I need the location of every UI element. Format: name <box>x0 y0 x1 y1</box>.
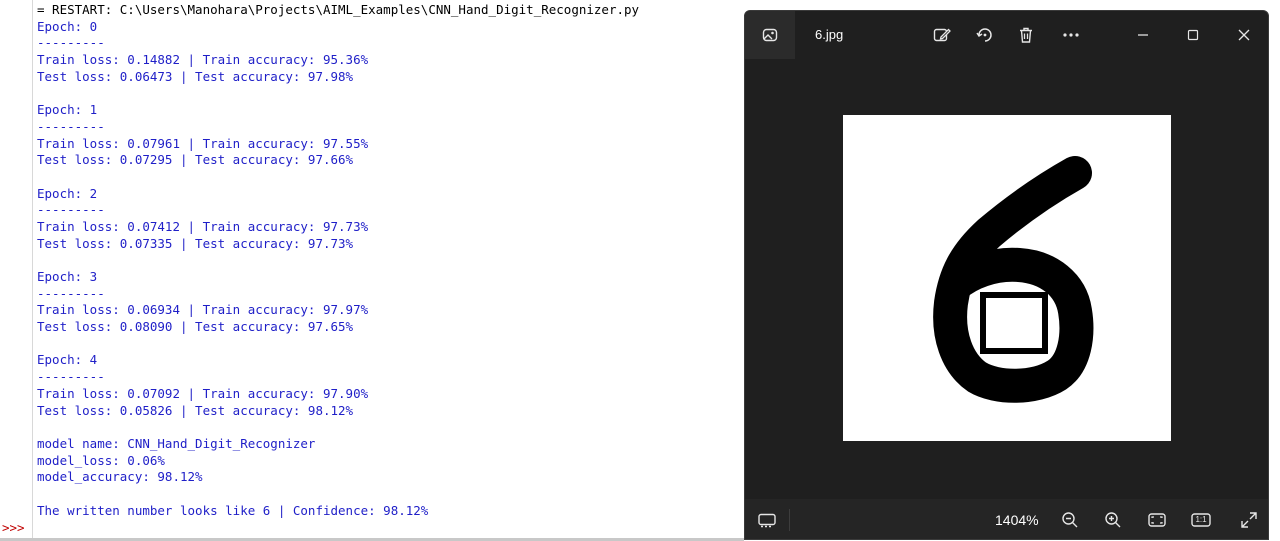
actual-size-label: 1:1 <box>1195 515 1207 524</box>
fullscreen-icon <box>1241 512 1257 528</box>
filmstrip-button[interactable] <box>753 507 781 533</box>
shell-line: Train loss: 0.14882 | Train accuracy: 95… <box>37 52 369 68</box>
zoom-out-icon <box>1062 512 1078 528</box>
rotate-button[interactable] <box>970 21 1000 49</box>
gallery-button[interactable] <box>745 11 795 59</box>
shell-line: Epoch: 3 <box>37 269 98 284</box>
actual-size-button[interactable]: 1:1 <box>1187 507 1215 533</box>
shell-line: --------- <box>37 202 105 218</box>
fit-to-window-icon <box>1148 513 1166 527</box>
minimize-icon <box>1138 34 1148 36</box>
shell-line: Test loss: 0.06473 | Test accuracy: 97.9… <box>37 68 354 84</box>
shell-line: = RESTART: C:\Users\Manohara\Projects\AI… <box>37 2 640 17</box>
gallery-icon <box>762 28 778 42</box>
shell-line: Epoch: 1 <box>37 102 98 118</box>
fullscreen-button[interactable] <box>1235 507 1263 533</box>
shell-line: Epoch: 2 <box>37 185 98 201</box>
shell-line: --------- <box>37 35 105 51</box>
zoom-in-icon <box>1105 512 1121 528</box>
zoom-out-button[interactable] <box>1056 507 1084 533</box>
shell-line: Test loss: 0.08090 | Test accuracy: 97.6… <box>37 319 354 335</box>
viewer-titlebar: 6.jpg <box>745 11 1268 59</box>
edit-image-button[interactable] <box>927 21 957 49</box>
viewer-bottombar: 1404% 1:1 <box>745 499 1268 539</box>
fit-to-window-button[interactable] <box>1143 507 1171 533</box>
shell-output[interactable]: = RESTART: C:\Users\Manohara\Projects\AI… <box>37 2 639 519</box>
maximize-button[interactable] <box>1178 21 1208 49</box>
minimize-button[interactable] <box>1128 21 1158 49</box>
file-name: 6.jpg <box>815 27 844 42</box>
delete-icon <box>1020 27 1032 43</box>
shell-line: Train loss: 0.07961 | Train accuracy: 97… <box>37 135 369 151</box>
photos-viewer-window: 6.jpg 1404% 1:1 <box>744 10 1269 540</box>
shell-line: Test loss: 0.07335 | Test accuracy: 97.7… <box>37 235 354 251</box>
shell-line: model name: CNN_Hand_Digit_Recognizer <box>37 435 316 451</box>
shell-line: Train loss: 0.07412 | Train accuracy: 97… <box>37 218 369 234</box>
bottombar-separator <box>789 509 790 531</box>
shell-line: Epoch: 4 <box>37 352 98 368</box>
shell-line: model_accuracy: 98.12% <box>37 469 203 485</box>
close-icon <box>1238 29 1250 41</box>
close-button[interactable] <box>1229 21 1259 49</box>
zoom-level: 1404% <box>995 512 1039 528</box>
edit-image-icon <box>933 28 951 42</box>
maximize-icon <box>1187 29 1199 41</box>
shell-line: Test loss: 0.07295 | Test accuracy: 97.6… <box>37 152 354 168</box>
shell-line: Train loss: 0.07092 | Train accuracy: 97… <box>37 385 369 401</box>
more-button[interactable] <box>1056 21 1086 49</box>
more-icon <box>1063 33 1079 37</box>
rotate-icon <box>976 28 992 42</box>
shell-line: --------- <box>37 369 105 385</box>
shell-prompt[interactable]: >>> <box>2 520 25 536</box>
shell-line: model_loss: 0.06% <box>37 452 165 468</box>
shell-line: Epoch: 0 <box>37 18 98 34</box>
shell-line: --------- <box>37 285 105 301</box>
delete-button[interactable] <box>1011 21 1041 49</box>
shell-line: Train loss: 0.06934 | Train accuracy: 97… <box>37 302 369 318</box>
shell-line: Test loss: 0.05826 | Test accuracy: 98.1… <box>37 402 354 418</box>
shell-line: --------- <box>37 118 105 134</box>
filmstrip-icon <box>758 513 776 528</box>
shell-gutter: >>> <box>0 0 33 541</box>
zoom-in-button[interactable] <box>1099 507 1127 533</box>
digit-image <box>843 115 1171 441</box>
shell-line: The written number looks like 6 | Confid… <box>37 502 429 518</box>
image-canvas[interactable] <box>745 59 1268 499</box>
